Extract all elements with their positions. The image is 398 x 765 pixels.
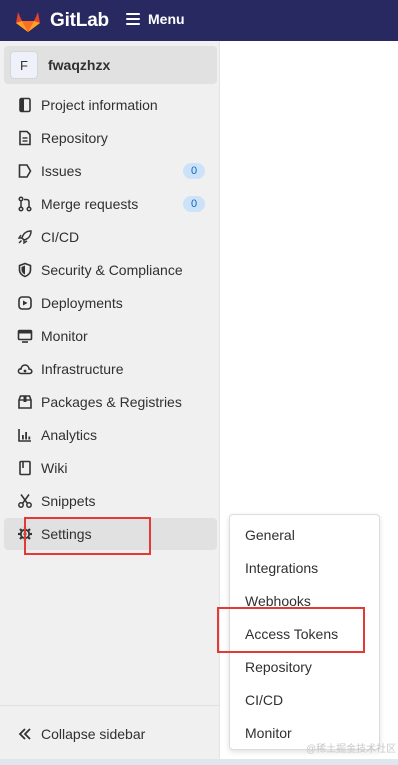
hamburger-icon	[126, 13, 140, 25]
top-navbar: GitLab Menu	[0, 0, 398, 41]
sidebar-item-label: Infrastructure	[41, 361, 124, 377]
collapse-sidebar-label: Collapse sidebar	[41, 726, 146, 742]
sidebar-item-merge-requests[interactable]: Merge requests 0	[4, 188, 217, 220]
sidebar-item-analytics[interactable]: Analytics	[4, 419, 217, 451]
issues-icon	[17, 163, 33, 179]
sidebar-item-wiki[interactable]: Wiki	[4, 452, 217, 484]
sidebar-item-monitor[interactable]: Monitor	[4, 320, 217, 352]
settings-highlight-box	[24, 517, 151, 555]
project-name: fwaqzhzx	[48, 57, 111, 73]
flyout-item-general[interactable]: General	[245, 527, 295, 543]
sidebar-item-label: Packages & Registries	[41, 394, 182, 410]
sidebar-item-label: Merge requests	[41, 196, 139, 212]
gitlab-tanuki-icon[interactable]	[15, 9, 41, 33]
project-context[interactable]: F fwaqzhzx	[4, 46, 217, 84]
sidebar-item-label: Security & Compliance	[41, 262, 183, 278]
monitor-icon	[17, 328, 33, 344]
deployments-icon	[17, 295, 33, 311]
cloud-icon	[17, 361, 33, 377]
sidebar-item-packages-registries[interactable]: Packages & Registries	[4, 386, 217, 418]
sidebar-item-snippets[interactable]: Snippets	[4, 485, 217, 517]
flyout-item-repository[interactable]: Repository	[245, 659, 312, 675]
shield-icon	[17, 262, 33, 278]
sidebar-item-issues[interactable]: Issues 0	[4, 155, 217, 187]
collapse-sidebar-button[interactable]: Collapse sidebar	[4, 718, 217, 750]
flyout-item-monitor[interactable]: Monitor	[245, 725, 292, 741]
project-sidebar: F fwaqzhzx Project information Repositor…	[0, 41, 220, 765]
sidebar-item-label: Wiki	[41, 460, 68, 476]
project-avatar: F	[10, 51, 38, 79]
sidebar-item-ci-cd[interactable]: CI/CD	[4, 221, 217, 253]
sidebar-item-label: Deployments	[41, 295, 123, 311]
package-icon	[17, 394, 33, 410]
book-icon	[17, 460, 33, 476]
access-tokens-highlight-box	[217, 607, 365, 653]
sidebar-item-label: Snippets	[41, 493, 96, 509]
merge-request-icon	[17, 196, 33, 212]
divider	[0, 705, 220, 706]
issues-count-badge: 0	[183, 163, 205, 179]
merge-requests-count-badge: 0	[183, 196, 205, 212]
brand-name[interactable]: GitLab	[50, 10, 109, 32]
document-icon	[17, 130, 33, 146]
rocket-icon	[17, 229, 33, 245]
sidebar-item-repository[interactable]: Repository	[4, 122, 217, 154]
watermark: @稀土掘金技术社区	[306, 744, 397, 755]
sidebar-item-infrastructure[interactable]: Infrastructure	[4, 353, 217, 385]
sidebar-item-label: CI/CD	[41, 229, 80, 245]
menu-button[interactable]: Menu	[126, 11, 185, 27]
menu-label: Menu	[148, 11, 185, 27]
sidebar-item-deployments[interactable]: Deployments	[4, 287, 217, 319]
chart-icon	[17, 427, 33, 443]
scissors-icon	[17, 493, 33, 509]
sidebar-item-label: Monitor	[41, 328, 88, 344]
sidebar-item-project-information[interactable]: Project information	[4, 89, 217, 121]
taskbar-strip	[0, 759, 398, 765]
sidebar-item-label: Issues	[41, 163, 82, 179]
flyout-item-ci-cd[interactable]: CI/CD	[245, 692, 283, 708]
sidebar-item-security-compliance[interactable]: Security & Compliance	[4, 254, 217, 286]
flyout-item-integrations[interactable]: Integrations	[245, 560, 318, 576]
sidebar-item-label: Analytics	[41, 427, 98, 443]
project-info-icon	[17, 97, 33, 113]
sidebar-item-label: Project information	[41, 97, 158, 113]
double-chevron-left-icon	[17, 726, 33, 742]
sidebar-item-label: Repository	[41, 130, 108, 146]
